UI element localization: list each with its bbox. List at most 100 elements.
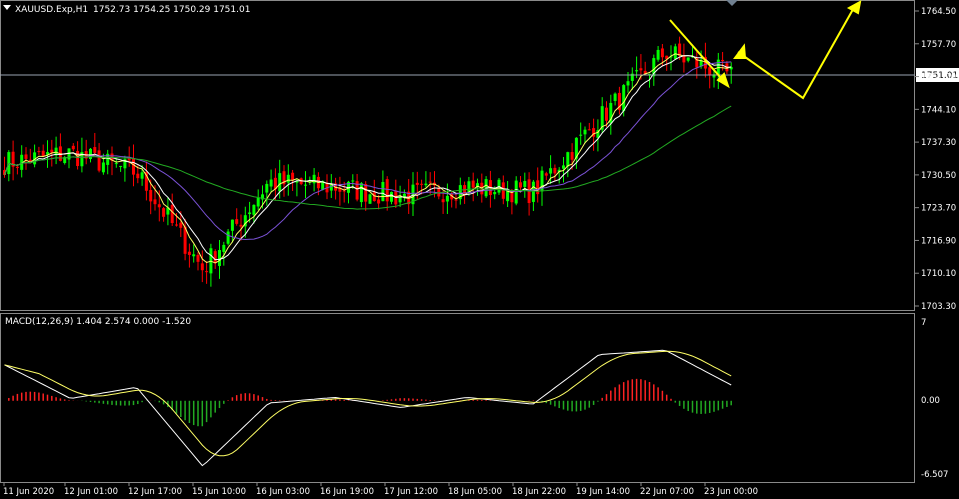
candle-body — [286, 174, 290, 183]
candle-body — [721, 59, 725, 62]
candle-body — [351, 180, 355, 182]
candle-body — [708, 67, 712, 76]
candle-body — [132, 158, 135, 175]
price-panel-frame — [0, 0, 915, 311]
candle-body — [639, 68, 643, 71]
candle-body — [587, 129, 591, 131]
candle-body — [230, 219, 234, 231]
candle-body — [15, 166, 19, 168]
candle-body — [304, 184, 307, 186]
symbol-label: XAUUSD.Exp,H1 — [15, 5, 88, 15]
candle-body — [501, 182, 505, 199]
price-axis: 1764.50 1757.70 1751.00 1744.10 1737.30 1730.… — [915, 7, 956, 312]
price-tick-label: 1730.50 — [921, 171, 956, 181]
candle-body — [278, 173, 282, 192]
price-tick-label: 1703.30 — [921, 302, 956, 312]
candle-body — [76, 150, 80, 167]
candle-body — [420, 183, 424, 185]
macd-tick-label: 0.00 — [921, 396, 940, 406]
candle-body — [562, 165, 565, 169]
candle-body — [265, 183, 269, 193]
candle-body — [157, 204, 161, 208]
time-axis: 11 Jun 2020 12 Jun 01:00 12 Jun 17:00 15 Ju… — [3, 483, 758, 497]
price-tick-label: 1744.10 — [921, 105, 956, 115]
forecast-arrows — [669, 0, 862, 100]
candle-body — [97, 150, 101, 171]
ma-long-line — [4, 105, 732, 210]
price-tick-label: 1751.00 — [921, 73, 956, 83]
candle-body — [226, 231, 230, 244]
candle-body — [213, 251, 217, 264]
time-tick-label: 18 Jun 22:00 — [512, 487, 566, 497]
candle-body — [471, 180, 475, 188]
macd-signal-line — [4, 350, 732, 457]
trading-chart[interactable]: 1751.01 XAUUSD.Exp,H1 1752.73 1754.25 17… — [0, 0, 959, 499]
moving-averages — [4, 53, 732, 264]
candle-body — [454, 199, 458, 201]
candle-body — [390, 192, 393, 202]
candle-body — [312, 174, 316, 184]
candle-body — [686, 57, 690, 61]
macd-tick-label: -6.507 — [921, 470, 948, 480]
candle-body — [175, 224, 178, 226]
candle-body — [37, 151, 41, 153]
candle-body — [269, 179, 273, 187]
price-tick-label: 1710.10 — [921, 269, 956, 279]
candle-body — [579, 134, 583, 136]
candle-body — [93, 147, 97, 153]
time-tick-label: 19 Jun 14:00 — [576, 487, 630, 497]
candle-body — [24, 154, 28, 159]
candle-body — [626, 81, 630, 86]
candle-body — [678, 43, 682, 56]
time-tick-label: 12 Jun 01:00 — [64, 487, 118, 497]
candle-body — [170, 204, 174, 224]
time-tick-label: 15 Jun 10:00 — [192, 487, 246, 497]
macd-main-line — [4, 349, 732, 467]
ma-slow-line — [4, 61, 732, 241]
price-tick-label: 1737.30 — [921, 138, 956, 148]
candle-body — [523, 180, 527, 187]
candle-body — [162, 208, 166, 217]
macd-panel-frame — [0, 313, 915, 483]
candle-body — [205, 271, 209, 273]
price-tick-label: 1716.90 — [921, 236, 956, 246]
candle-body — [291, 172, 295, 181]
candle-body — [222, 244, 226, 252]
candle-body — [519, 182, 522, 188]
shift-marker-icon[interactable] — [726, 0, 738, 6]
candle-body — [114, 163, 118, 165]
macd-axis: 7 0.00 -6.507 — [921, 318, 948, 480]
candle-body — [613, 93, 617, 101]
candle-body — [359, 183, 363, 203]
candle-body — [377, 199, 381, 204]
candle-body — [544, 173, 548, 176]
candle-body — [200, 263, 204, 271]
candle-body — [372, 192, 376, 202]
menu-triangle-icon[interactable] — [3, 5, 11, 10]
candle-body — [342, 190, 346, 192]
candle-body — [566, 152, 570, 167]
candle-body — [119, 165, 123, 167]
candle-body — [428, 181, 432, 183]
time-tick-label: 12 Jun 17:00 — [128, 487, 182, 497]
candle-body — [196, 254, 200, 262]
candle-body — [256, 197, 260, 207]
candlesticks — [3, 36, 733, 287]
candle-body — [441, 199, 445, 203]
candle-body — [101, 162, 105, 173]
candle-body — [153, 199, 157, 205]
candle-body — [682, 55, 686, 63]
candle-body — [248, 212, 252, 215]
arrow-head-3 — [846, 0, 862, 15]
candle-body — [445, 195, 449, 202]
candle-body — [192, 254, 196, 257]
candle-body — [179, 222, 183, 228]
candle-body — [381, 181, 385, 202]
time-tick-label: 18 Jun 05:00 — [448, 487, 502, 497]
candle-body — [398, 197, 402, 203]
candle-body — [605, 107, 608, 121]
candle-body — [531, 181, 535, 202]
macd-label: MACD(12,26,9) 1.404 2.574 0.000 -1.520 — [5, 317, 191, 327]
candle-body — [136, 173, 140, 179]
candle-body — [41, 150, 45, 157]
